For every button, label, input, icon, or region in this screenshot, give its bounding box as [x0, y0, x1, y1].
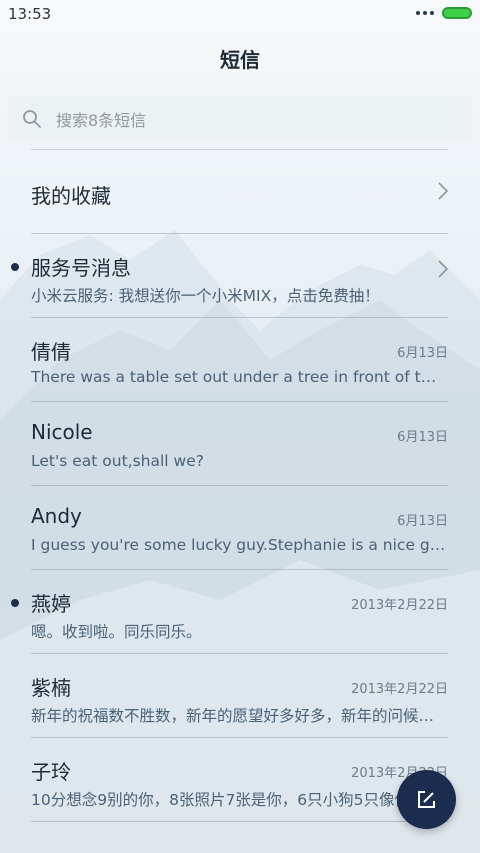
conversation-list: 我的收藏 服务号消息 小米云服务: 我想送你一个小米MIX，点击免费抽！ 倩倩 …: [0, 150, 480, 822]
contact-name: 服务号消息: [31, 256, 131, 280]
message-preview: 嗯。收到啦。同乐同乐。: [31, 623, 202, 641]
message-date: 2013年2月22日: [351, 682, 448, 697]
search-bar[interactable]: [8, 96, 472, 142]
search-input[interactable]: [54, 108, 458, 132]
status-time: 13:53: [8, 5, 52, 23]
message-preview: There was a table set out under a tree i…: [31, 368, 446, 386]
contact-name: Andy: [31, 504, 82, 528]
message-date: 2013年2月22日: [351, 598, 448, 613]
message-preview: 小米云服务: 我想送你一个小米MIX，点击免费抽！: [31, 287, 380, 305]
message-preview: 10分想念9别的你，8张照片7张是你，6只小狗5只像你: [31, 791, 411, 809]
conversation-item[interactable]: Nicole 6月13日 Let's eat out,shall we?: [0, 402, 480, 486]
message-preview: 新年的祝福数不胜数，新年的愿望好多好多，新年的问候真心送上: [31, 707, 446, 725]
message-date: 6月13日: [397, 430, 448, 445]
battery-icon: [442, 7, 472, 19]
chevron-right-icon: [438, 182, 448, 200]
search-icon: [23, 110, 41, 128]
contact-name: Nicole: [31, 420, 93, 444]
contact-name: 倩倩: [31, 340, 71, 364]
conversation-item[interactable]: Andy 6月13日 I guess you're some lucky guy…: [0, 486, 480, 570]
contact-name: 紫楠: [31, 676, 71, 700]
message-preview: I guess you're some lucky guy.Stephanie …: [31, 536, 446, 554]
unread-indicator: [11, 599, 19, 607]
conversation-item[interactable]: 燕婷 2013年2月22日 嗯。收到啦。同乐同乐。: [0, 570, 480, 654]
contact-name: 燕婷: [31, 592, 71, 616]
favorites-row[interactable]: 我的收藏: [0, 150, 480, 234]
page-title: 短信: [220, 48, 260, 72]
message-preview: Let's eat out,shall we?: [31, 452, 204, 470]
message-date: 6月13日: [397, 514, 448, 529]
compose-button[interactable]: [397, 770, 456, 829]
row-title: 我的收藏: [31, 184, 111, 208]
message-date: 6月13日: [397, 346, 448, 361]
notification-dots-icon: [416, 11, 434, 15]
conversation-item[interactable]: 服务号消息 小米云服务: 我想送你一个小米MIX，点击免费抽！: [0, 234, 480, 318]
compose-icon: [418, 791, 435, 808]
conversation-item[interactable]: 倩倩 6月13日 There was a table set out under…: [0, 318, 480, 402]
conversation-item[interactable]: 紫楠 2013年2月22日 新年的祝福数不胜数，新年的愿望好多好多，新年的问候真…: [0, 654, 480, 738]
contact-name: 子玲: [31, 760, 71, 784]
unread-indicator: [11, 263, 19, 271]
chevron-right-icon: [438, 260, 448, 278]
status-indicators: [416, 7, 472, 19]
status-bar: 13:53: [0, 0, 480, 28]
